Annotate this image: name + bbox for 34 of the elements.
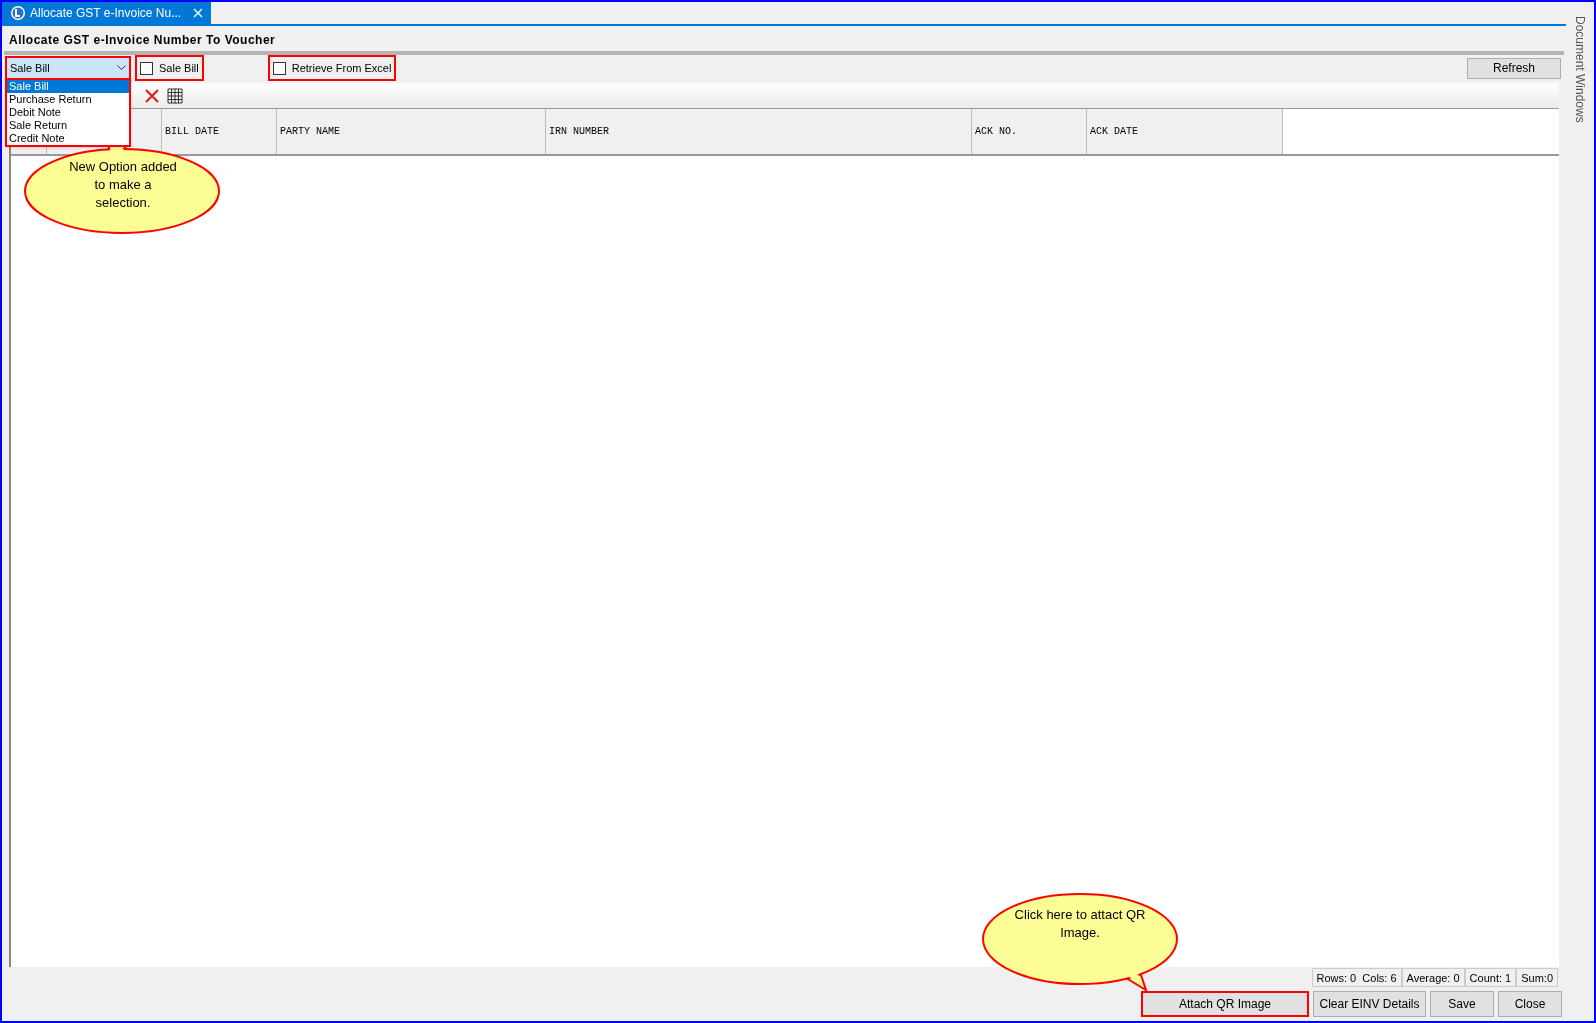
- callout-text: New Option added to make a selection.: [68, 158, 178, 212]
- action-button[interactable]: Close: [1498, 991, 1562, 1017]
- status-field: Rows: 0 Cols: 6: [1311, 968, 1402, 987]
- checkbox-option[interactable]: Sale Bill: [137, 57, 202, 79]
- chevron-down-icon: [117, 65, 126, 71]
- action-button[interactable]: Save: [1430, 991, 1494, 1017]
- column-header[interactable]: IRN NUMBER: [546, 109, 972, 154]
- refresh-button[interactable]: Refresh: [1467, 57, 1561, 79]
- app-logo-icon: [10, 5, 26, 21]
- dropdown-option[interactable]: Sale Return: [7, 119, 129, 132]
- column-header[interactable]: ACK NO.: [972, 109, 1087, 154]
- close-icon[interactable]: [193, 8, 204, 18]
- form-title: Allocate GST e-Invoice Number To Voucher: [9, 33, 276, 47]
- dropdown-option[interactable]: Purchase Return: [7, 93, 129, 106]
- checkbox[interactable]: [140, 61, 153, 75]
- grid-icon[interactable]: [167, 87, 183, 104]
- dropdown-option[interactable]: Debit Note: [7, 106, 129, 119]
- column-header[interactable]: PARTY NAME: [277, 109, 546, 154]
- checkbox-option[interactable]: Retrieve From Excel: [269, 57, 395, 79]
- side-panel-label[interactable]: Document Windows: [1571, 16, 1589, 123]
- status-field: Average: 0: [1401, 968, 1465, 987]
- column-header[interactable]: ACK DATE: [1087, 109, 1283, 154]
- delete-icon[interactable]: [145, 88, 159, 103]
- action-button[interactable]: Clear EINV Details: [1313, 991, 1426, 1017]
- checkbox[interactable]: [272, 61, 286, 75]
- status-field: Count: 1: [1464, 968, 1517, 987]
- callout-text: Click here to attact QR Image.: [1013, 906, 1147, 942]
- document-tab[interactable]: Allocate GST e-Invoice Nu...: [2, 2, 212, 24]
- dropdown-option[interactable]: Credit Note: [7, 132, 129, 145]
- dropdown-option[interactable]: Sale Bill: [7, 80, 129, 93]
- voucher-type-dropdown[interactable]: Sale Bill: [5, 56, 131, 80]
- column-header[interactable]: BILL DATE: [162, 109, 277, 154]
- action-button[interactable]: Attach QR Image: [1141, 991, 1309, 1017]
- status-field: Sum:0: [1516, 968, 1558, 987]
